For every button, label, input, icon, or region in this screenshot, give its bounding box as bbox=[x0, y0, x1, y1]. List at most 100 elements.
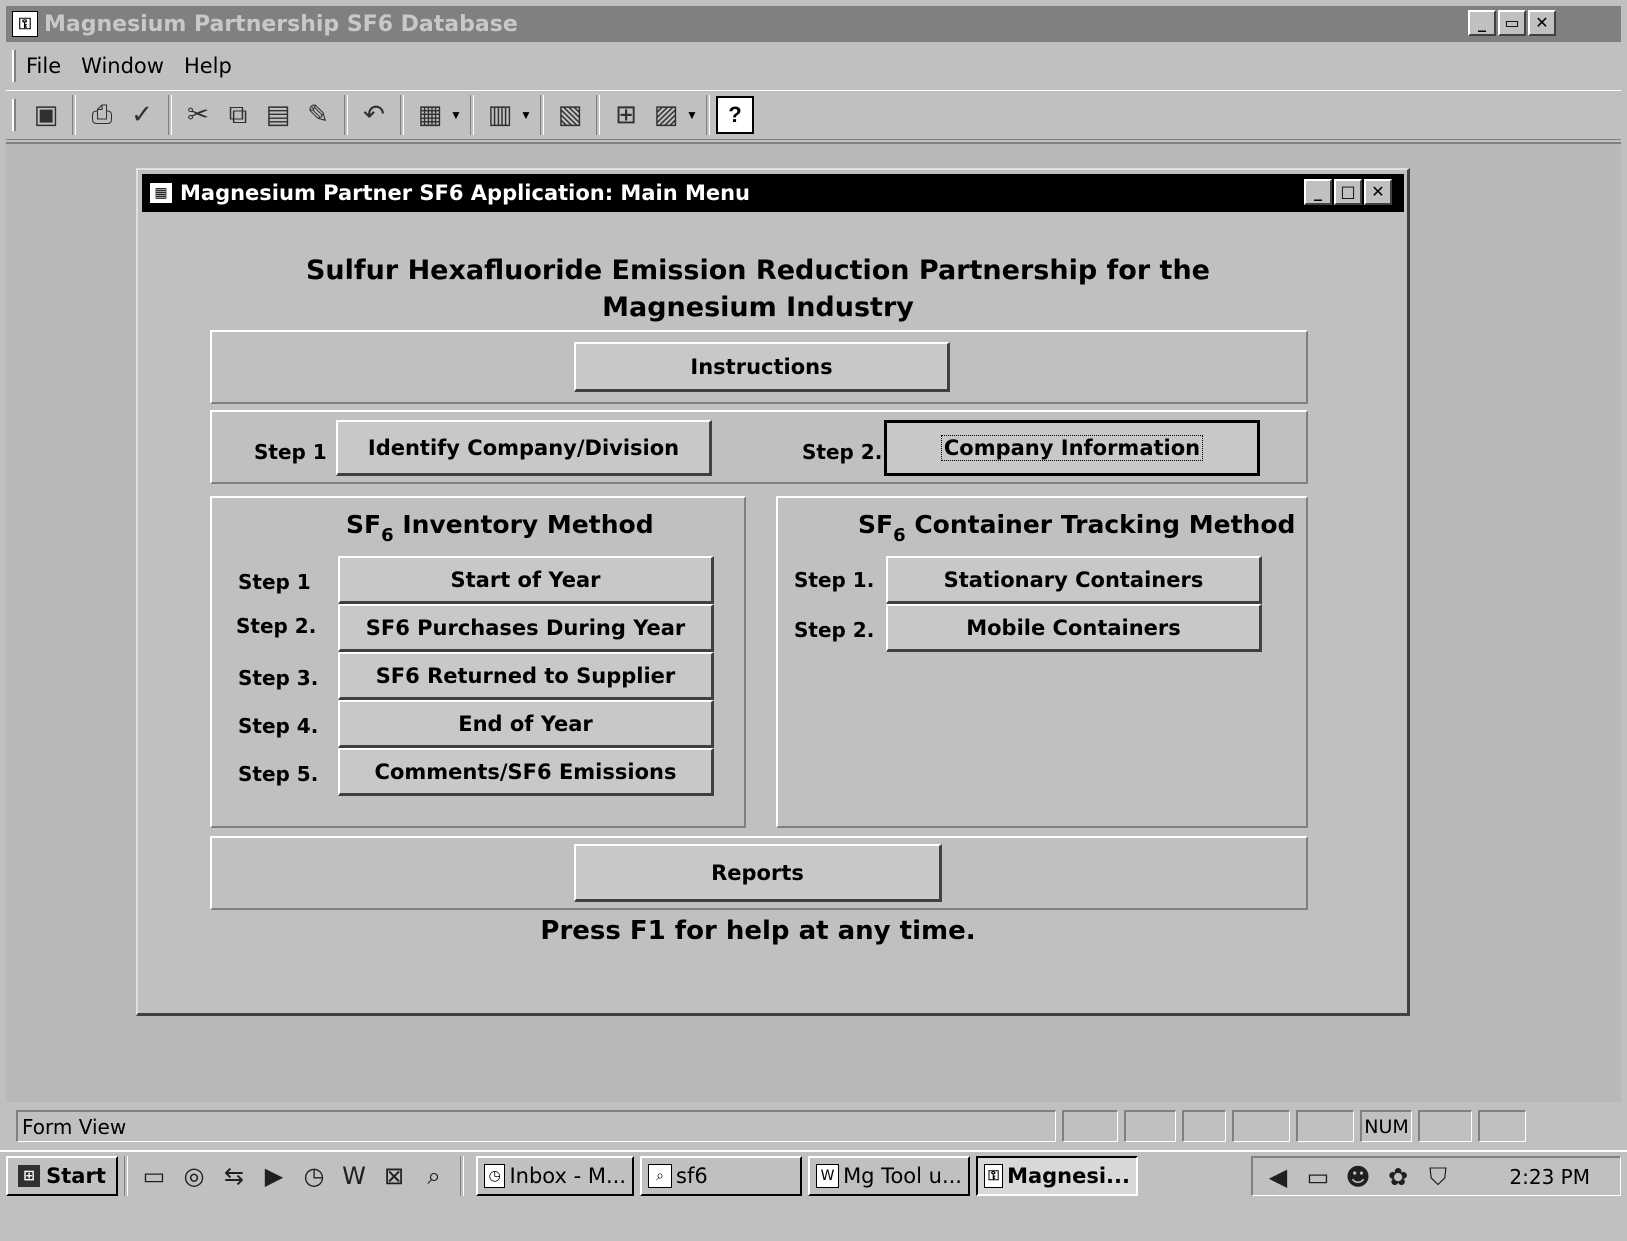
toolbar-separator bbox=[540, 95, 544, 135]
start-label: Start bbox=[46, 1164, 106, 1188]
stationary-containers-button[interactable]: Stationary Containers bbox=[886, 556, 1262, 604]
toolbar-separator bbox=[596, 95, 600, 135]
form-close-button[interactable]: ✕ bbox=[1364, 179, 1392, 205]
window-controls: _ ▭ ✕ bbox=[1468, 10, 1556, 36]
task-mg-tool[interactable]: W Mg Tool u... bbox=[808, 1156, 970, 1196]
taskbar-separator bbox=[460, 1156, 464, 1196]
sf6-purchases-button[interactable]: SF6 Purchases During Year bbox=[338, 604, 714, 652]
toolbar-separator bbox=[72, 95, 76, 135]
undo-icon[interactable]: ↶ bbox=[354, 95, 394, 135]
menu-window[interactable]: Window bbox=[81, 54, 164, 78]
toolbar-separator bbox=[400, 95, 404, 135]
step1-label: Step 1 bbox=[254, 440, 327, 464]
menu-file[interactable]: File bbox=[26, 54, 61, 78]
clock[interactable]: 2:23 PM bbox=[1509, 1165, 1590, 1189]
application-window: ⚿ Magnesium Partnership SF6 Database _ ▭… bbox=[0, 0, 1627, 1241]
new-object-dropdown-icon[interactable]: ▼ bbox=[686, 108, 700, 122]
inventory-step-label: Step 2. bbox=[236, 614, 317, 638]
minimize-button[interactable]: _ bbox=[1468, 10, 1496, 36]
excel-quicklaunch-icon[interactable]: ⊠ bbox=[374, 1156, 414, 1196]
container-step-label: Step 2. bbox=[794, 618, 875, 642]
properties-icon[interactable]: ▧ bbox=[550, 95, 590, 135]
end-of-year-button[interactable]: End of Year bbox=[338, 700, 714, 748]
toolbar: ▣ ⎙ ✓ ✂ ⧉ ▤ ✎ ↶ ▦ ▼ ▥ ▼ ▧ ⊞ ▨ ▼ ? bbox=[6, 90, 1621, 140]
scheduler-icon[interactable]: ✿ bbox=[1381, 1163, 1415, 1191]
windows-logo-icon: ⊞ bbox=[18, 1165, 41, 1187]
analyze-dropdown-icon[interactable]: ▼ bbox=[520, 108, 534, 122]
office-links-icon[interactable]: ▦ bbox=[410, 95, 450, 135]
media-player-icon[interactable]: ▶ bbox=[254, 1156, 294, 1196]
status-mode: Form View bbox=[16, 1110, 1056, 1142]
task-magnesium[interactable]: ⚿ Magnesi... bbox=[976, 1156, 1138, 1196]
menu-help[interactable]: Help bbox=[184, 54, 232, 78]
channels-icon[interactable]: ⇆ bbox=[214, 1156, 254, 1196]
restore-button[interactable]: ▭ bbox=[1498, 10, 1526, 36]
form-title-bar[interactable]: ▦ Magnesium Partner SF6 Application: Mai… bbox=[142, 174, 1404, 212]
container-step-label: Step 1. bbox=[794, 568, 875, 592]
office-links-dropdown-icon[interactable]: ▼ bbox=[450, 108, 464, 122]
format-painter-icon[interactable]: ✎ bbox=[298, 95, 338, 135]
status-cell bbox=[1418, 1110, 1472, 1142]
users-icon[interactable]: ☻ bbox=[1341, 1163, 1375, 1191]
word-icon: W bbox=[816, 1164, 840, 1188]
status-cell bbox=[1478, 1110, 1526, 1142]
copy-icon[interactable]: ⧉ bbox=[218, 95, 258, 135]
start-of-year-button[interactable]: Start of Year bbox=[338, 556, 714, 604]
menu-grip bbox=[12, 50, 16, 82]
access-key-icon: ⚿ bbox=[12, 11, 38, 37]
inventory-method-title: SF6 Inventory Method bbox=[346, 510, 654, 546]
num-lock-indicator: NUM bbox=[1360, 1110, 1412, 1142]
antivirus-shield-icon[interactable]: ⛉ bbox=[1421, 1163, 1455, 1191]
sf6-returned-button[interactable]: SF6 Returned to Supplier bbox=[338, 652, 714, 700]
identify-company-button[interactable]: Identify Company/Division bbox=[336, 420, 712, 476]
inventory-step-label: Step 4. bbox=[238, 714, 319, 738]
clock-app-icon[interactable]: ◷ bbox=[294, 1156, 334, 1196]
browser-icon[interactable]: ◎ bbox=[174, 1156, 214, 1196]
identify-company-label: Identify Company/Division bbox=[367, 435, 680, 460]
status-cell bbox=[1182, 1110, 1226, 1142]
status-bar: Form View NUM bbox=[6, 1106, 1621, 1146]
show-desktop-icon[interactable]: ▭ bbox=[134, 1156, 174, 1196]
toolbar-separator bbox=[470, 95, 474, 135]
start-button[interactable]: ⊞ Start bbox=[6, 1156, 118, 1196]
form-title: Magnesium Partner SF6 Application: Main … bbox=[180, 181, 751, 205]
form-minimize-button[interactable]: _ bbox=[1304, 179, 1332, 205]
task-inbox[interactable]: ◷ Inbox - M... bbox=[476, 1156, 634, 1196]
reports-panel: Reports bbox=[210, 836, 1308, 910]
inventory-method-panel: SF6 Inventory Method Step 1 Start of Yea… bbox=[210, 496, 746, 828]
mobile-containers-button[interactable]: Mobile Containers bbox=[886, 604, 1262, 652]
step2-label: Step 2. bbox=[802, 440, 883, 464]
app-title-bar[interactable]: ⚿ Magnesium Partnership SF6 Database _ ▭… bbox=[6, 6, 1621, 42]
reports-label: Reports bbox=[711, 860, 804, 885]
form-maximize-button[interactable]: □ bbox=[1334, 179, 1362, 205]
cut-icon[interactable]: ✂ bbox=[178, 95, 218, 135]
reports-button[interactable]: Reports bbox=[574, 844, 942, 902]
word-quicklaunch-icon[interactable]: W bbox=[334, 1156, 374, 1196]
analyze-icon[interactable]: ▥ bbox=[480, 95, 520, 135]
volume-icon[interactable]: ◀ bbox=[1261, 1163, 1295, 1191]
save-icon[interactable]: ▣ bbox=[26, 95, 66, 135]
comments-emissions-button[interactable]: Comments/SF6 Emissions bbox=[338, 748, 714, 796]
paste-icon[interactable]: ▤ bbox=[258, 95, 298, 135]
new-object-icon[interactable]: ▨ bbox=[646, 95, 686, 135]
taskbar: ⊞ Start ▭ ◎ ⇆ ▶ ◷ W ⊠ ⌕ ◷ Inbox - M... ⌕… bbox=[0, 1150, 1627, 1200]
help-icon[interactable]: ? bbox=[716, 96, 754, 134]
app-title: Magnesium Partnership SF6 Database bbox=[44, 11, 518, 37]
company-information-button[interactable]: Company Information bbox=[884, 420, 1260, 476]
status-cell bbox=[1296, 1110, 1354, 1142]
company-information-label: Company Information bbox=[940, 435, 1204, 461]
container-tracking-title: SF6 Container Tracking Method bbox=[858, 510, 1296, 546]
relationships-icon[interactable]: ⊞ bbox=[606, 95, 646, 135]
status-cell bbox=[1062, 1110, 1118, 1142]
help-note: Press F1 for help at any time. bbox=[540, 916, 976, 946]
network-icon[interactable]: ▭ bbox=[1301, 1163, 1335, 1191]
print-icon[interactable]: ⎙ bbox=[82, 95, 122, 135]
close-button[interactable]: ✕ bbox=[1528, 10, 1556, 36]
spelling-icon[interactable]: ✓ bbox=[122, 95, 162, 135]
container-tracking-panel: SF6 Container Tracking Method Step 1. St… bbox=[776, 496, 1308, 828]
form-icon: ▦ bbox=[150, 183, 172, 203]
instructions-button[interactable]: Instructions bbox=[574, 342, 950, 392]
access-icon: ⚿ bbox=[984, 1164, 1004, 1188]
task-sf6[interactable]: ⌕ sf6 bbox=[640, 1156, 802, 1196]
find-quicklaunch-icon[interactable]: ⌕ bbox=[414, 1156, 454, 1196]
